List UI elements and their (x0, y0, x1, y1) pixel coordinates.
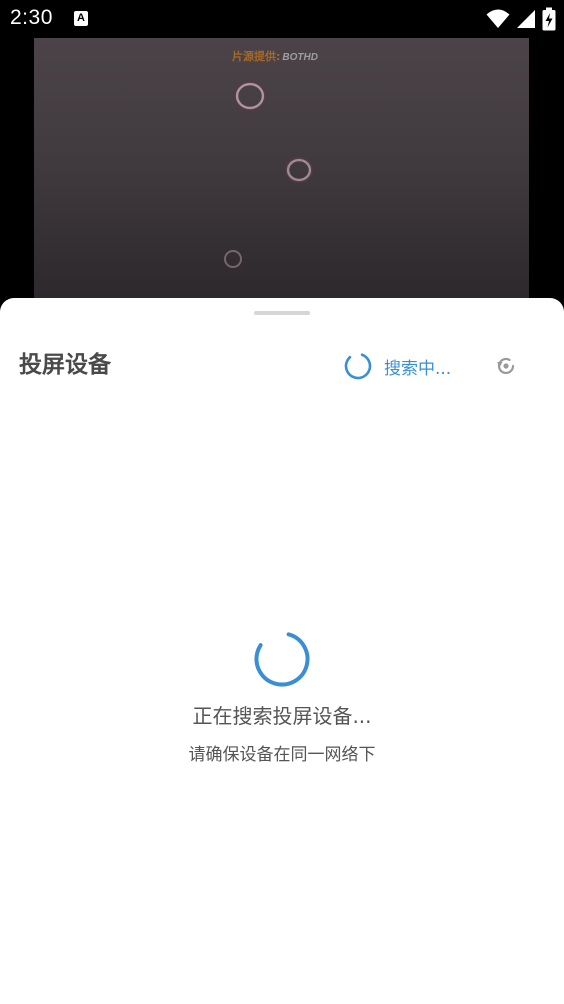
search-status-label: 搜索中... (384, 358, 452, 379)
keyboard-a-notification-icon: A (74, 11, 88, 26)
loading-spinner-icon (344, 352, 372, 380)
sheet-title: 投屏设备 (19, 352, 111, 378)
battery-charging-icon (542, 7, 556, 31)
refresh-button[interactable] (492, 352, 520, 380)
status-bar: 2:30 A (0, 0, 564, 38)
video-player-background: 片源提供: BOTHD (34, 38, 529, 300)
empty-state-hint: 请确保设备在同一网络下 (188, 745, 376, 765)
refresh-icon (497, 357, 515, 375)
loading-spinner-icon (254, 631, 310, 687)
video-frame-blobs (224, 81, 313, 268)
status-icons (486, 7, 556, 31)
cast-device-sheet: 投屏设备 搜索中... 正在搜索投屏设备... 请确保设备在同一网络下 (0, 298, 564, 1004)
empty-state: 正在搜索投屏设备... 请确保设备在同一网络下 (0, 630, 564, 767)
empty-state-title: 正在搜索投屏设备... (192, 704, 372, 728)
search-status: 搜索中... (344, 352, 451, 380)
drag-handle[interactable] (254, 311, 310, 315)
status-time: 2:30 (10, 6, 53, 29)
wifi-icon (486, 9, 510, 28)
cellular-signal-icon (517, 10, 535, 28)
